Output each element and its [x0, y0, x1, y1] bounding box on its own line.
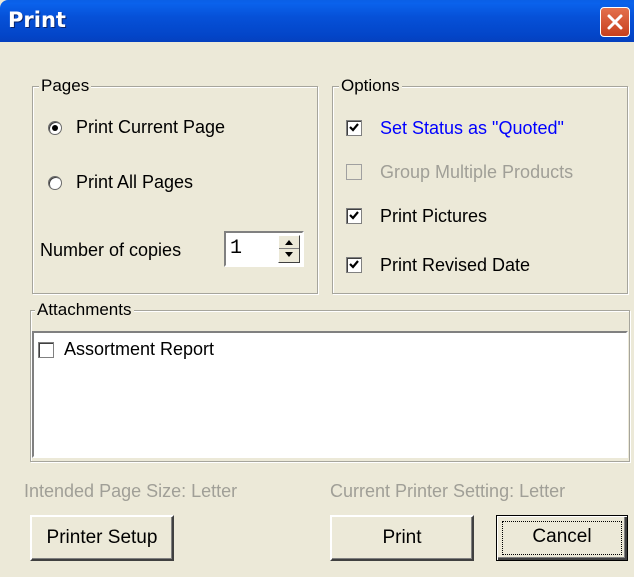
copies-label: Number of copies [40, 240, 182, 260]
copies-value[interactable]: 1 [230, 237, 242, 260]
cancel-button[interactable]: Cancel [496, 515, 628, 561]
copies-spinbox[interactable]: 1 [224, 231, 304, 267]
print-button[interactable]: Print [330, 515, 474, 561]
close-icon [607, 14, 623, 30]
print-dialog: Print Pages Print Current Page Print All… [0, 0, 634, 577]
radio-current-label[interactable]: Print Current Page [76, 117, 225, 138]
checkbox-group-multiple [346, 164, 362, 180]
radio-current-button[interactable] [48, 121, 62, 135]
checkbox-print-revised-date[interactable] [346, 257, 362, 273]
option-label-print-revised-date[interactable]: Print Revised Date [380, 255, 530, 276]
checkmark-icon [349, 211, 359, 220]
title-bar[interactable]: Print [0, 0, 634, 42]
spin-down-icon[interactable] [279, 249, 299, 262]
option-label-set-status[interactable]: Set Status as "Quoted" [380, 118, 564, 139]
close-button[interactable] [600, 7, 630, 37]
radio-all-button[interactable] [48, 176, 62, 190]
options-legend: Options [339, 76, 402, 96]
current-printer-setting: Current Printer Setting: Letter [330, 481, 566, 501]
checkbox-print-pictures[interactable] [346, 208, 362, 224]
checkbox-set-status[interactable] [346, 120, 362, 136]
checkmark-icon [349, 260, 359, 269]
printer-setup-button[interactable]: Printer Setup [30, 515, 174, 561]
attachment-label[interactable]: Assortment Report [64, 339, 214, 360]
cancel-label: Cancel [532, 526, 592, 547]
option-label-group-multiple: Group Multiple Products [380, 162, 574, 182]
copies-spin-buttons[interactable] [278, 235, 300, 263]
pages-legend: Pages [39, 76, 92, 96]
radio-selected-dot [52, 125, 58, 131]
intended-page-size: Intended Page Size: Letter [24, 481, 238, 501]
option-label-print-pictures[interactable]: Print Pictures [380, 206, 487, 227]
radio-all-label[interactable]: Print All Pages [76, 172, 193, 193]
attachments-list[interactable]: Assortment Report [32, 331, 628, 458]
spin-up-icon[interactable] [279, 236, 299, 248]
print-label: Print [382, 527, 422, 548]
window-title: Print [8, 8, 66, 32]
attachments-legend: Attachments [35, 300, 134, 320]
checkmark-icon [349, 123, 359, 132]
list-item[interactable]: Assortment Report [38, 339, 338, 361]
checkbox-assortment-report[interactable] [38, 342, 54, 358]
printer-setup-label: Printer Setup [46, 527, 158, 548]
